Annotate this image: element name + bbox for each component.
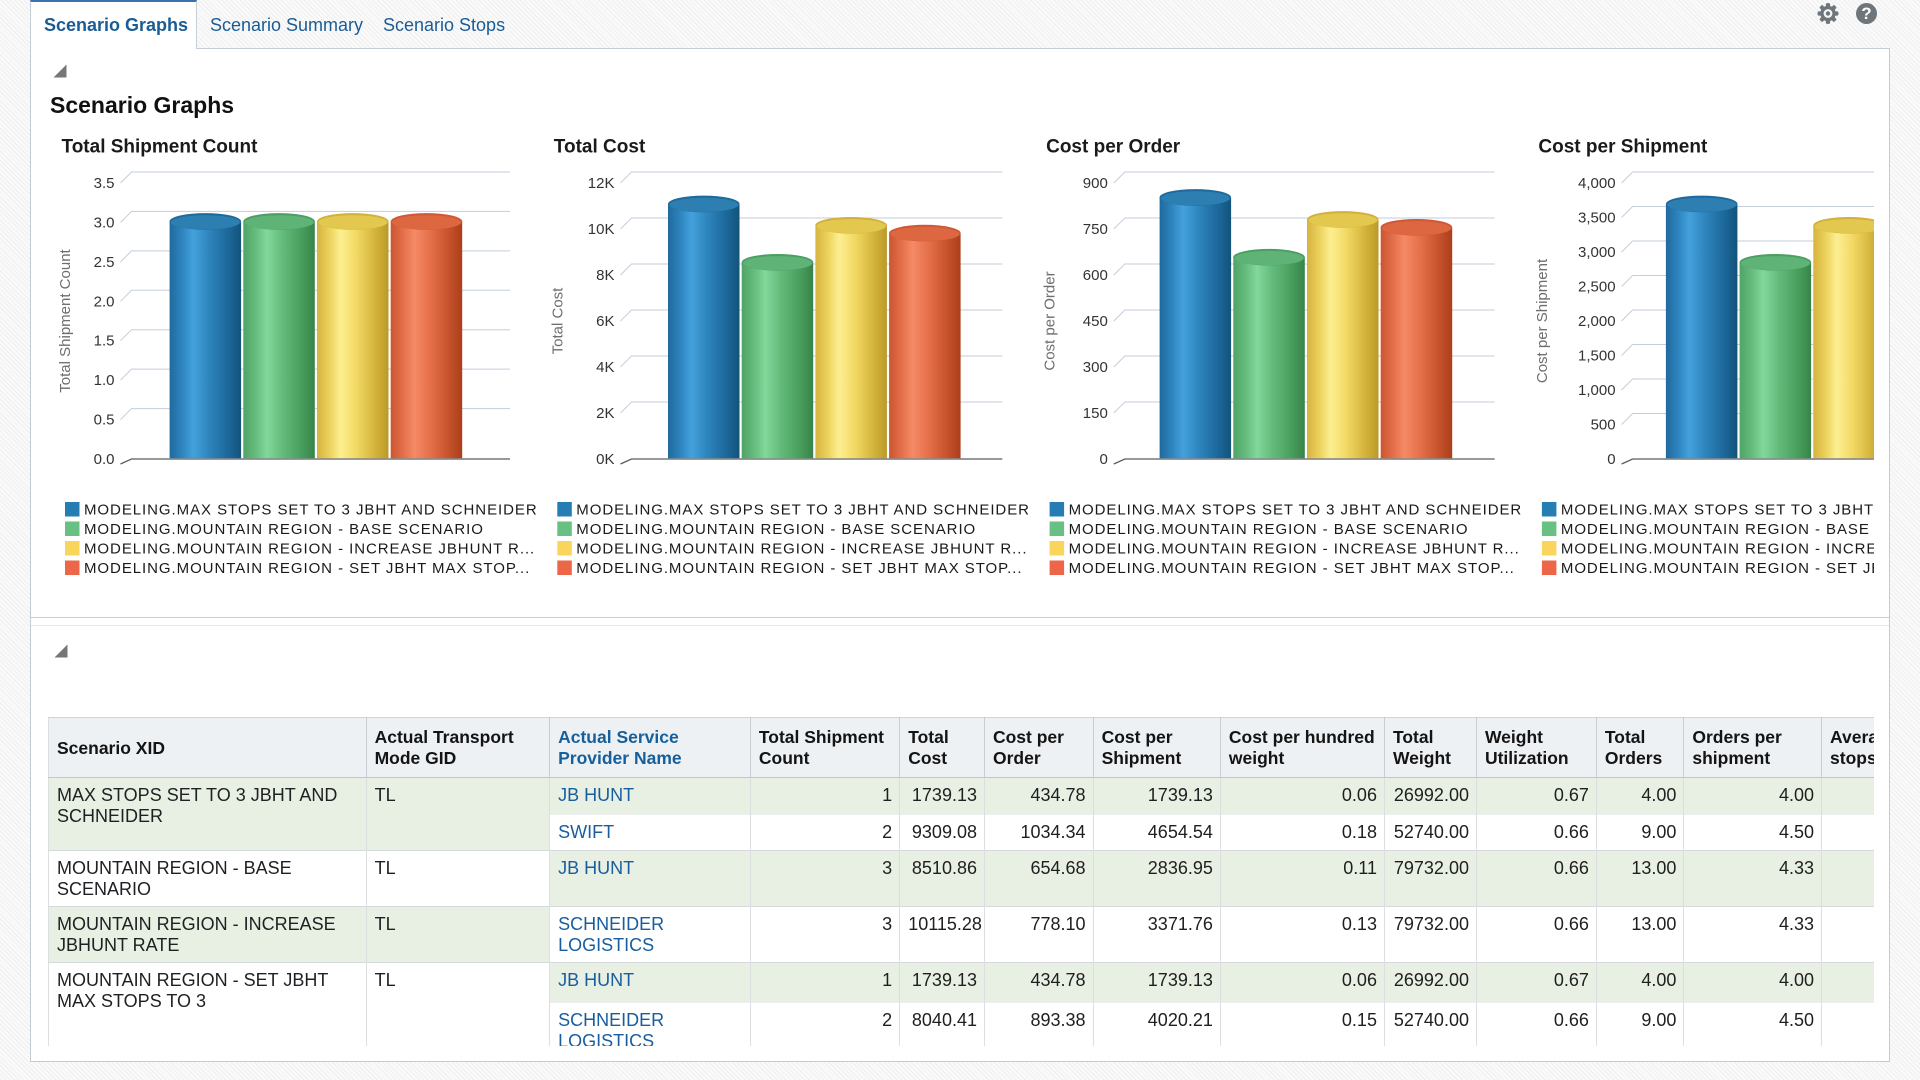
svg-text:MODELING.MOUNTAIN REGION - SET: MODELING.MOUNTAIN REGION - SET JBHT MAX … (1561, 560, 1874, 577)
svg-text:1.5: 1.5 (94, 333, 115, 350)
svg-text:3,500: 3,500 (1578, 210, 1616, 227)
svg-text:2.5: 2.5 (94, 254, 115, 271)
svg-text:MODELING.MOUNTAIN REGION - BAS: MODELING.MOUNTAIN REGION - BASE SCENARIO (576, 521, 976, 538)
svg-text:Cost per Order: Cost per Order (1046, 137, 1181, 158)
svg-text:Total Cost: Total Cost (554, 137, 646, 158)
svg-text:MODELING.MOUNTAIN REGION - BAS: MODELING.MOUNTAIN REGION - BASE SCENARIO (84, 521, 484, 538)
svg-text:3,000: 3,000 (1578, 244, 1616, 261)
svg-text:MODELING.MOUNTAIN REGION - BAS: MODELING.MOUNTAIN REGION - BASE SCENARIO (1069, 521, 1469, 538)
svg-text:8K: 8K (596, 267, 614, 284)
svg-text:MODELING.MAX STOPS SET TO 3 JB: MODELING.MAX STOPS SET TO 3 JBHT AND SCH… (1069, 501, 1523, 518)
svg-text:Total Shipment Count: Total Shipment Count (57, 248, 74, 392)
svg-text:MODELING.MOUNTAIN REGION - INC: MODELING.MOUNTAIN REGION - INCREASE JBHU… (1069, 540, 1520, 557)
svg-text:MODELING.MOUNTAIN REGION - INC: MODELING.MOUNTAIN REGION - INCREASE JBHU… (576, 540, 1027, 557)
svg-text:4,000: 4,000 (1578, 175, 1616, 192)
svg-text:0K: 0K (596, 451, 614, 468)
svg-text:1,000: 1,000 (1578, 382, 1616, 399)
svg-text:150: 150 (1083, 405, 1108, 422)
svg-text:750: 750 (1083, 221, 1108, 238)
svg-text:1,500: 1,500 (1578, 348, 1616, 365)
svg-text:1.0: 1.0 (94, 372, 115, 389)
svg-text:6K: 6K (596, 313, 614, 330)
svg-text:500: 500 (1591, 417, 1616, 434)
svg-text:3.5: 3.5 (94, 175, 115, 192)
svg-text:300: 300 (1083, 359, 1108, 376)
svg-text:MODELING.MOUNTAIN REGION - BAS: MODELING.MOUNTAIN REGION - BASE SCENARIO (1561, 521, 1874, 538)
svg-text:MODELING.MOUNTAIN REGION - INC: MODELING.MOUNTAIN REGION - INCREASE JBHU… (84, 540, 535, 557)
svg-text:MODELING.MOUNTAIN REGION - SET: MODELING.MOUNTAIN REGION - SET JBHT MAX … (84, 560, 530, 577)
svg-text:2K: 2K (596, 405, 614, 422)
svg-text:600: 600 (1083, 267, 1108, 284)
svg-text:3.0: 3.0 (94, 214, 115, 231)
svg-text:0: 0 (1607, 451, 1615, 468)
svg-text:4K: 4K (596, 359, 614, 376)
svg-text:MODELING.MOUNTAIN REGION - SET: MODELING.MOUNTAIN REGION - SET JBHT MAX … (576, 560, 1022, 577)
svg-text:10K: 10K (588, 221, 615, 238)
svg-text:0: 0 (1099, 451, 1107, 468)
svg-text:900: 900 (1083, 175, 1108, 192)
svg-text:2.0: 2.0 (94, 293, 115, 310)
svg-text:Cost per Shipment: Cost per Shipment (1538, 137, 1708, 158)
svg-text:Cost per Shipment: Cost per Shipment (1534, 258, 1551, 383)
svg-text:2,000: 2,000 (1578, 313, 1616, 330)
svg-text:450: 450 (1083, 313, 1108, 330)
svg-text:0.5: 0.5 (94, 412, 115, 429)
svg-text:Cost per Order: Cost per Order (1042, 271, 1059, 370)
svg-text:Total Cost: Total Cost (549, 287, 566, 355)
svg-text:MODELING.MOUNTAIN REGION - INC: MODELING.MOUNTAIN REGION - INCREASE JBHU… (1561, 540, 1874, 557)
svg-text:MODELING.MAX STOPS SET TO 3 JB: MODELING.MAX STOPS SET TO 3 JBHT AND SCH… (84, 501, 538, 518)
svg-text:MODELING.MAX STOPS SET TO 3 JB: MODELING.MAX STOPS SET TO 3 JBHT AND SCH… (1561, 501, 1874, 518)
svg-text:Total Shipment Count: Total Shipment Count (62, 137, 259, 158)
svg-text:MODELING.MOUNTAIN REGION - SET: MODELING.MOUNTAIN REGION - SET JBHT MAX … (1069, 560, 1515, 577)
svg-text:2,500: 2,500 (1578, 279, 1616, 296)
svg-text:0.0: 0.0 (94, 451, 115, 468)
svg-text:12K: 12K (588, 175, 615, 192)
svg-text:MODELING.MAX STOPS SET TO 3 JB: MODELING.MAX STOPS SET TO 3 JBHT AND SCH… (576, 501, 1030, 518)
